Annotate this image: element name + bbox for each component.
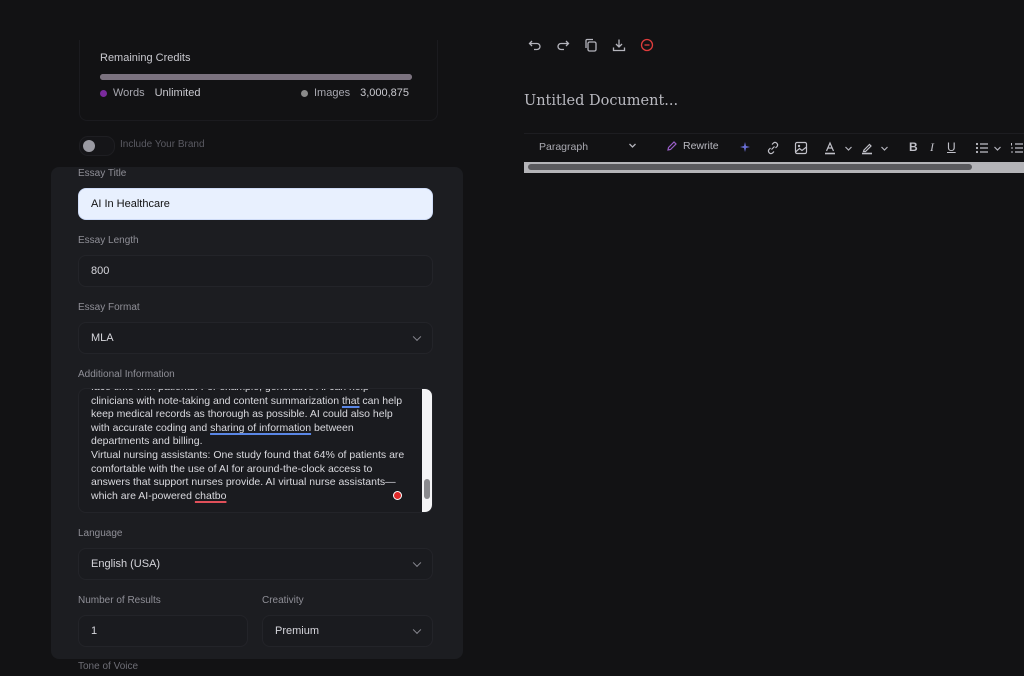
bold-button[interactable]: B <box>909 140 918 154</box>
include-brand-label: Include Your Brand <box>120 139 205 150</box>
results-label: Number of Results <box>78 595 161 606</box>
language-label: Language <box>78 528 123 539</box>
spelling-error[interactable]: chatbo <box>195 490 227 502</box>
document-actions <box>528 38 654 52</box>
delete-icon[interactable] <box>640 38 654 52</box>
link-icon[interactable] <box>766 141 780 155</box>
chevron-down-icon <box>412 332 422 342</box>
creativity-label: Creativity <box>262 595 304 606</box>
image-icon[interactable] <box>794 141 808 155</box>
credits-title: Remaining Credits <box>100 52 191 64</box>
creativity-value: Premium <box>275 625 320 637</box>
additional-info-label: Additional Information <box>78 369 175 380</box>
paragraph-select[interactable]: Paragraph <box>539 141 588 153</box>
grammar-suggestion[interactable]: sharing of information <box>210 422 311 434</box>
essay-title-input[interactable]: AI In Healthcare <box>78 188 433 220</box>
scrollbar-thumb[interactable] <box>424 479 430 499</box>
tone-of-voice-label: Tone of Voice <box>78 661 139 672</box>
images-value: 3,000,875 <box>360 87 410 99</box>
words-credit: Words Unlimited <box>100 87 200 99</box>
rewrite-label: Rewrite <box>683 140 719 152</box>
copy-icon[interactable] <box>584 38 598 52</box>
rewrite-button[interactable]: Rewrite <box>666 140 719 152</box>
text-segment: Virtual nursing assistants: One study fo… <box>91 448 405 502</box>
text-color-icon[interactable] <box>823 141 837 155</box>
chevron-down-icon <box>412 558 422 568</box>
essay-format-value: MLA <box>91 332 114 344</box>
redo-icon[interactable] <box>556 38 570 52</box>
essay-length-label: Essay Length <box>78 235 139 246</box>
text-segment: face time with patients. For example, ge… <box>91 389 369 407</box>
language-select[interactable]: English (USA) <box>78 548 433 580</box>
words-value: Unlimited <box>154 87 201 99</box>
chevron-down-icon[interactable] <box>993 144 1002 153</box>
italic-button[interactable]: I <box>930 140 934 155</box>
grammar-suggestion[interactable]: that <box>342 395 360 407</box>
toggle-knob <box>83 140 95 152</box>
essay-length-input[interactable]: 800 <box>78 255 433 287</box>
pen-icon <box>667 141 677 151</box>
bullet-list-icon[interactable] <box>975 141 989 155</box>
language-value: English (USA) <box>91 558 161 570</box>
include-brand-toggle[interactable] <box>79 136 115 156</box>
images-dot-icon <box>301 89 308 97</box>
additional-info-textarea[interactable]: face time with patients. For example, ge… <box>78 388 433 513</box>
chevron-down-icon[interactable] <box>880 144 889 153</box>
essay-form-panel: Essay Title AI In Healthcare Essay Lengt… <box>51 167 463 659</box>
numbered-list-icon[interactable] <box>1010 141 1024 155</box>
results-input[interactable]: 1 <box>78 615 248 647</box>
chevron-down-icon <box>412 625 422 635</box>
images-label: Images <box>314 87 351 99</box>
download-icon[interactable] <box>612 38 626 52</box>
document-title[interactable]: Untitled Document... <box>524 93 678 109</box>
textarea-scrollbar[interactable] <box>422 389 432 512</box>
essay-title-label: Essay Title <box>78 168 127 179</box>
underline-button[interactable]: U <box>947 140 956 154</box>
essay-format-label: Essay Format <box>78 302 140 313</box>
editor-horizontal-scrollbar[interactable] <box>524 162 1024 173</box>
words-label: Words <box>113 87 145 99</box>
editor-toolbar: Paragraph Rewrite B I U <box>524 133 1024 162</box>
undo-icon[interactable] <box>528 38 542 52</box>
credits-progress-bar <box>100 74 412 80</box>
chevron-down-icon[interactable] <box>844 144 853 153</box>
essay-format-select[interactable]: MLA <box>78 322 433 354</box>
credits-card: Remaining Credits Words Unlimited Images… <box>79 40 438 121</box>
words-dot-icon <box>100 89 107 97</box>
chevron-down-icon[interactable] <box>628 141 637 150</box>
credits-progress-fill <box>100 74 412 80</box>
highlight-icon[interactable] <box>860 141 874 155</box>
creativity-select[interactable]: Premium <box>262 615 433 647</box>
sparkle-icon[interactable] <box>739 141 752 154</box>
scrollbar-thumb[interactable] <box>528 164 972 170</box>
grammar-checker-icon[interactable] <box>393 491 402 500</box>
additional-info-text: face time with patients. For example, ge… <box>91 389 409 503</box>
images-credit: Images 3,000,875 <box>301 87 409 99</box>
